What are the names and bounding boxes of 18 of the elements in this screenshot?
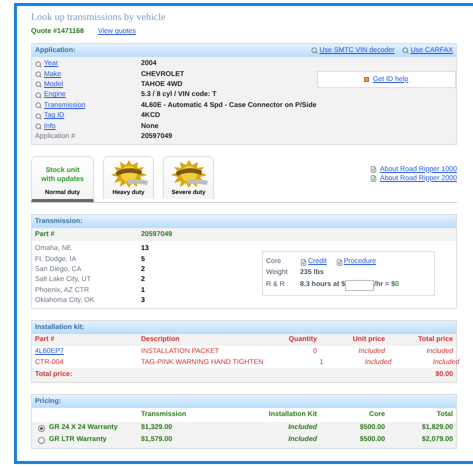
search-icon (35, 102, 42, 110)
document-icon (336, 258, 343, 266)
rate-input[interactable] (345, 280, 374, 291)
search-icon (35, 60, 42, 68)
page-title: Look up transmissions by vehicle (31, 11, 166, 25)
search-icon (35, 112, 42, 120)
search-icon (310, 47, 318, 54)
search-icon (35, 81, 42, 88)
help-icon (364, 77, 369, 82)
document-icon (370, 175, 377, 182)
radio-button[interactable] (38, 424, 45, 432)
search-icon (402, 47, 409, 54)
document-icon (300, 258, 307, 266)
document-icon (370, 166, 377, 174)
search-icon (35, 71, 42, 78)
radio-button[interactable] (38, 436, 45, 444)
search-icon (35, 92, 42, 99)
search-icon (35, 123, 42, 130)
